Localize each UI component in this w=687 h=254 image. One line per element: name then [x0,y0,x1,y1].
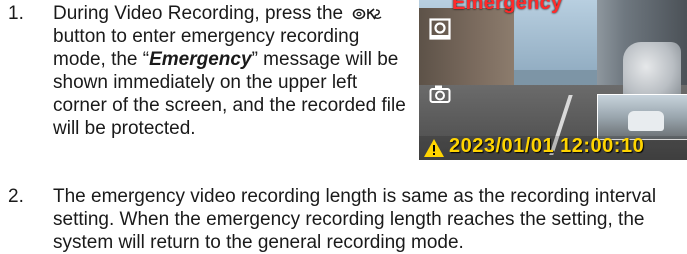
text-segment: During Video Recording, press the [53,3,344,24]
warning-icon [424,139,444,157]
emergency-emphasis: Emergency [149,49,252,70]
list-item-text: During Video Recording, press the button… [53,2,413,140]
recording-icon [429,18,451,40]
list-number: 2. [8,186,24,207]
list-item-text: The emergency video recording length is … [53,186,657,253]
emergency-label: Emergency [452,0,563,14]
preview-car [628,111,664,131]
dashcam-screen-illustration: Emergency 2023/01/01 12:00:10 [419,0,687,160]
list-number: 1. [8,3,24,24]
timestamp: 2023/01/01 12:00:10 [449,135,645,157]
camera-icon [429,85,451,103]
ok-button-icon [353,8,382,20]
rear-camera-preview [597,94,687,140]
